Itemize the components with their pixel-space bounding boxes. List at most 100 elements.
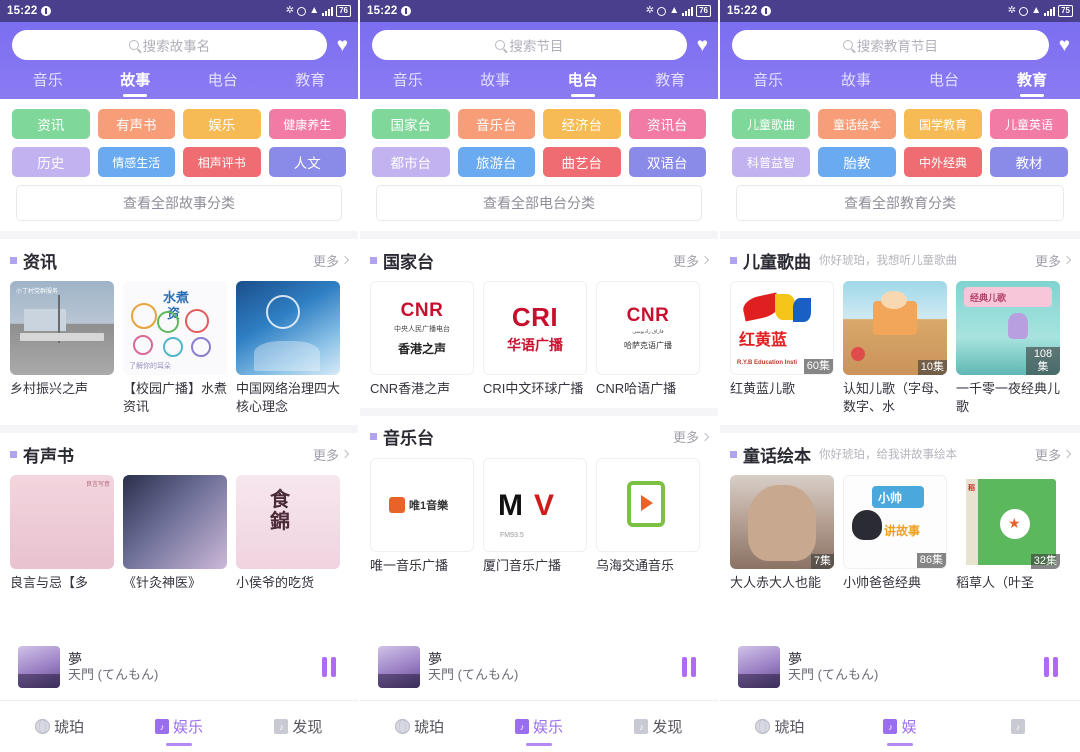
tab-story[interactable]: 故事 [452, 69, 540, 99]
more-button[interactable]: 更多 [312, 251, 350, 270]
view-all-button[interactable]: 查看全部教育分类 [736, 185, 1064, 221]
card-title: 认知儿歌（字母、数字、水 [843, 381, 947, 414]
nav-item-entertainment[interactable]: ♪ 娱 [840, 701, 960, 752]
search-input[interactable]: 搜索故事名 [12, 30, 327, 60]
view-all-button[interactable]: 查看全部电台分类 [376, 185, 702, 221]
card-title: 红黄蓝儿歌 [730, 381, 796, 396]
tab-education[interactable]: 教育 [627, 69, 715, 99]
more-button[interactable]: 更多 [673, 427, 710, 446]
content-card[interactable]: 小帅 讲故事 86集 小帅爸爸经典 [843, 475, 947, 592]
chip-5[interactable]: 旅游台 [457, 147, 535, 177]
nav-item-entertainment[interactable]: ♪ 娱乐 [119, 701, 238, 752]
content-card[interactable]: 食 錦 小侯爷的吃货 [236, 475, 340, 592]
nav-item-discover[interactable]: ♪ 发现 [599, 701, 718, 752]
pause-icon[interactable] [1044, 657, 1062, 677]
chip-7[interactable]: 教材 [990, 147, 1068, 177]
chip-2[interactable]: 娱乐 [183, 109, 261, 139]
chip-5[interactable]: 胎教 [818, 147, 896, 177]
chip-3[interactable]: 儿童英语 [990, 109, 1068, 139]
pause-icon[interactable] [682, 657, 700, 677]
content-card[interactable]: CNR قازاق راديوسى 哈萨克语广播 CNR哈语广播 [596, 281, 700, 398]
chip-1[interactable]: 音乐台 [457, 109, 535, 139]
chevron-right-icon [700, 255, 710, 265]
chip-3[interactable]: 健康养生 [268, 109, 346, 139]
wifi-icon: ▲ [669, 5, 680, 16]
chip-4[interactable]: 历史 [12, 147, 90, 177]
content-card[interactable]: CNR 中央人民广播电台 香港之声 CNR香港之声 [370, 281, 474, 398]
chip-7[interactable]: 双语台 [628, 147, 706, 177]
search-input[interactable]: 搜索教育节目 [732, 30, 1049, 60]
view-all-button[interactable]: 查看全部故事分类 [16, 185, 342, 221]
more-button[interactable]: 更多 [673, 251, 710, 270]
tab-story[interactable]: 故事 [812, 69, 900, 99]
more-button[interactable]: 更多 [1035, 445, 1072, 464]
content-card[interactable]: 良言写意 良言与忌【多 [10, 475, 114, 592]
section-news: 资讯 更多 小丁村党群服务 乡村振兴之声 水煮 资 了解你的耳朵 【校园广播】水… [0, 239, 358, 415]
chip-5[interactable]: 情感生活 [97, 147, 175, 177]
chip-2[interactable]: 国学教育 [904, 109, 982, 139]
content-card[interactable]: M V FM93.5 厦门音乐广播 [483, 457, 587, 575]
content-card[interactable]: 经典儿歌 108集 一千零一夜经典儿歌 [956, 281, 1060, 415]
content-card[interactable]: 唯1音樂 唯一音乐广播 [370, 457, 474, 575]
nav-item-discover[interactable]: ♪ [960, 701, 1080, 752]
tab-education[interactable]: 教育 [988, 69, 1076, 99]
more-button[interactable]: 更多 [1035, 251, 1072, 270]
tab-story[interactable]: 故事 [92, 69, 180, 99]
section-kids-songs: 儿童歌曲 你好琥珀，我想听儿童歌曲 更多 红黄蓝 R.Y.B Education… [720, 239, 1080, 415]
nav-item-amber[interactable]: 琥珀 [360, 701, 479, 752]
card-thumbnail: 小丁村党群服务 [10, 281, 114, 375]
chip-4[interactable]: 都市台 [372, 147, 450, 177]
content-card[interactable]: 水煮 资 了解你的耳朵 【校园广播】水煮资讯 [123, 281, 227, 415]
chip-0[interactable]: 资讯 [12, 109, 90, 139]
chip-6[interactable]: 曲艺台 [543, 147, 621, 177]
nav-item-discover[interactable]: ♪ 发现 [239, 701, 358, 752]
section-divider [360, 407, 718, 416]
chip-1[interactable]: 童话绘本 [818, 109, 896, 139]
status-bar: 15:22 ✲ ▲ 75 [720, 0, 1080, 22]
card-thumbnail: 稻 ★ 32集 [956, 475, 1060, 570]
chip-2[interactable]: 经济台 [543, 109, 621, 139]
card-title: 稻草人（叶圣 [956, 575, 1035, 591]
tab-radio[interactable]: 电台 [900, 69, 988, 99]
chip-7[interactable]: 人文 [268, 147, 346, 177]
chip-0[interactable]: 儿童歌曲 [732, 109, 810, 139]
tab-education[interactable]: 教育 [267, 69, 355, 99]
status-clock: 15:22 [727, 5, 758, 17]
heart-icon[interactable]: ♥ [337, 36, 348, 55]
content-card[interactable]: 乌海交通音乐 [596, 457, 700, 575]
content-card[interactable]: 10集 认知儿歌（字母、数字、水 [843, 281, 947, 415]
heart-icon[interactable]: ♥ [1059, 36, 1070, 55]
chip-4[interactable]: 科普益智 [732, 147, 810, 177]
chip-6[interactable]: 中外经典 [904, 147, 982, 177]
mini-player[interactable]: 夢 天門 (てんもん) [370, 642, 708, 692]
tab-music[interactable]: 音乐 [4, 69, 92, 99]
mini-player[interactable]: 夢 天門 (てんもん) [730, 642, 1070, 692]
content-card[interactable]: CRI 华语广播 CRI中文环球广播 [483, 281, 587, 398]
nav-item-amber[interactable]: 琥珀 [0, 701, 119, 752]
content-card[interactable]: 《针灸神医》 [123, 475, 227, 592]
content-card[interactable]: 中国网络治理四大核心理念 [236, 281, 340, 415]
tab-radio[interactable]: 电台 [539, 69, 627, 99]
heart-icon[interactable]: ♥ [697, 36, 708, 55]
app-panel-education: 15:22 ✲ ▲ 75 搜索教育节目 ♥ 音乐 故事 电台 教育 儿童歌曲 童… [720, 0, 1080, 752]
content-card[interactable]: 小丁村党群服务 乡村振兴之声 [10, 281, 114, 415]
tab-radio[interactable]: 电台 [179, 69, 267, 99]
player-artist: 天門 (てんもん) [788, 666, 879, 682]
chip-1[interactable]: 有声书 [97, 109, 175, 139]
content-card[interactable]: 红黄蓝 R.Y.B Education Insti 60集 红黄蓝儿歌 [730, 281, 834, 415]
chip-6[interactable]: 相声评书 [183, 147, 261, 177]
pause-icon[interactable] [322, 657, 340, 677]
more-button[interactable]: 更多 [313, 445, 350, 464]
content-card[interactable]: 稻 ★ 32集 稻草人（叶圣 [956, 475, 1060, 592]
chip-3[interactable]: 资讯台 [628, 109, 706, 139]
search-input[interactable]: 搜索节目 [372, 30, 687, 60]
nav-item-amber[interactable]: 琥珀 [720, 701, 840, 752]
tab-music[interactable]: 音乐 [724, 69, 812, 99]
section-audiobook: 有声书 更多 良言写意 良言与忌【多 《针灸神医》 食 錦 小侯爷的吃货 [0, 433, 358, 592]
mini-player[interactable]: 夢 天門 (てんもん) [10, 642, 348, 692]
content-card[interactable]: 7集 大人赤大人也能 [730, 475, 834, 592]
tab-music[interactable]: 音乐 [364, 69, 452, 99]
more-label: 更多 [312, 253, 339, 269]
chip-0[interactable]: 国家台 [372, 109, 450, 139]
nav-item-entertainment[interactable]: ♪ 娱乐 [479, 701, 598, 752]
